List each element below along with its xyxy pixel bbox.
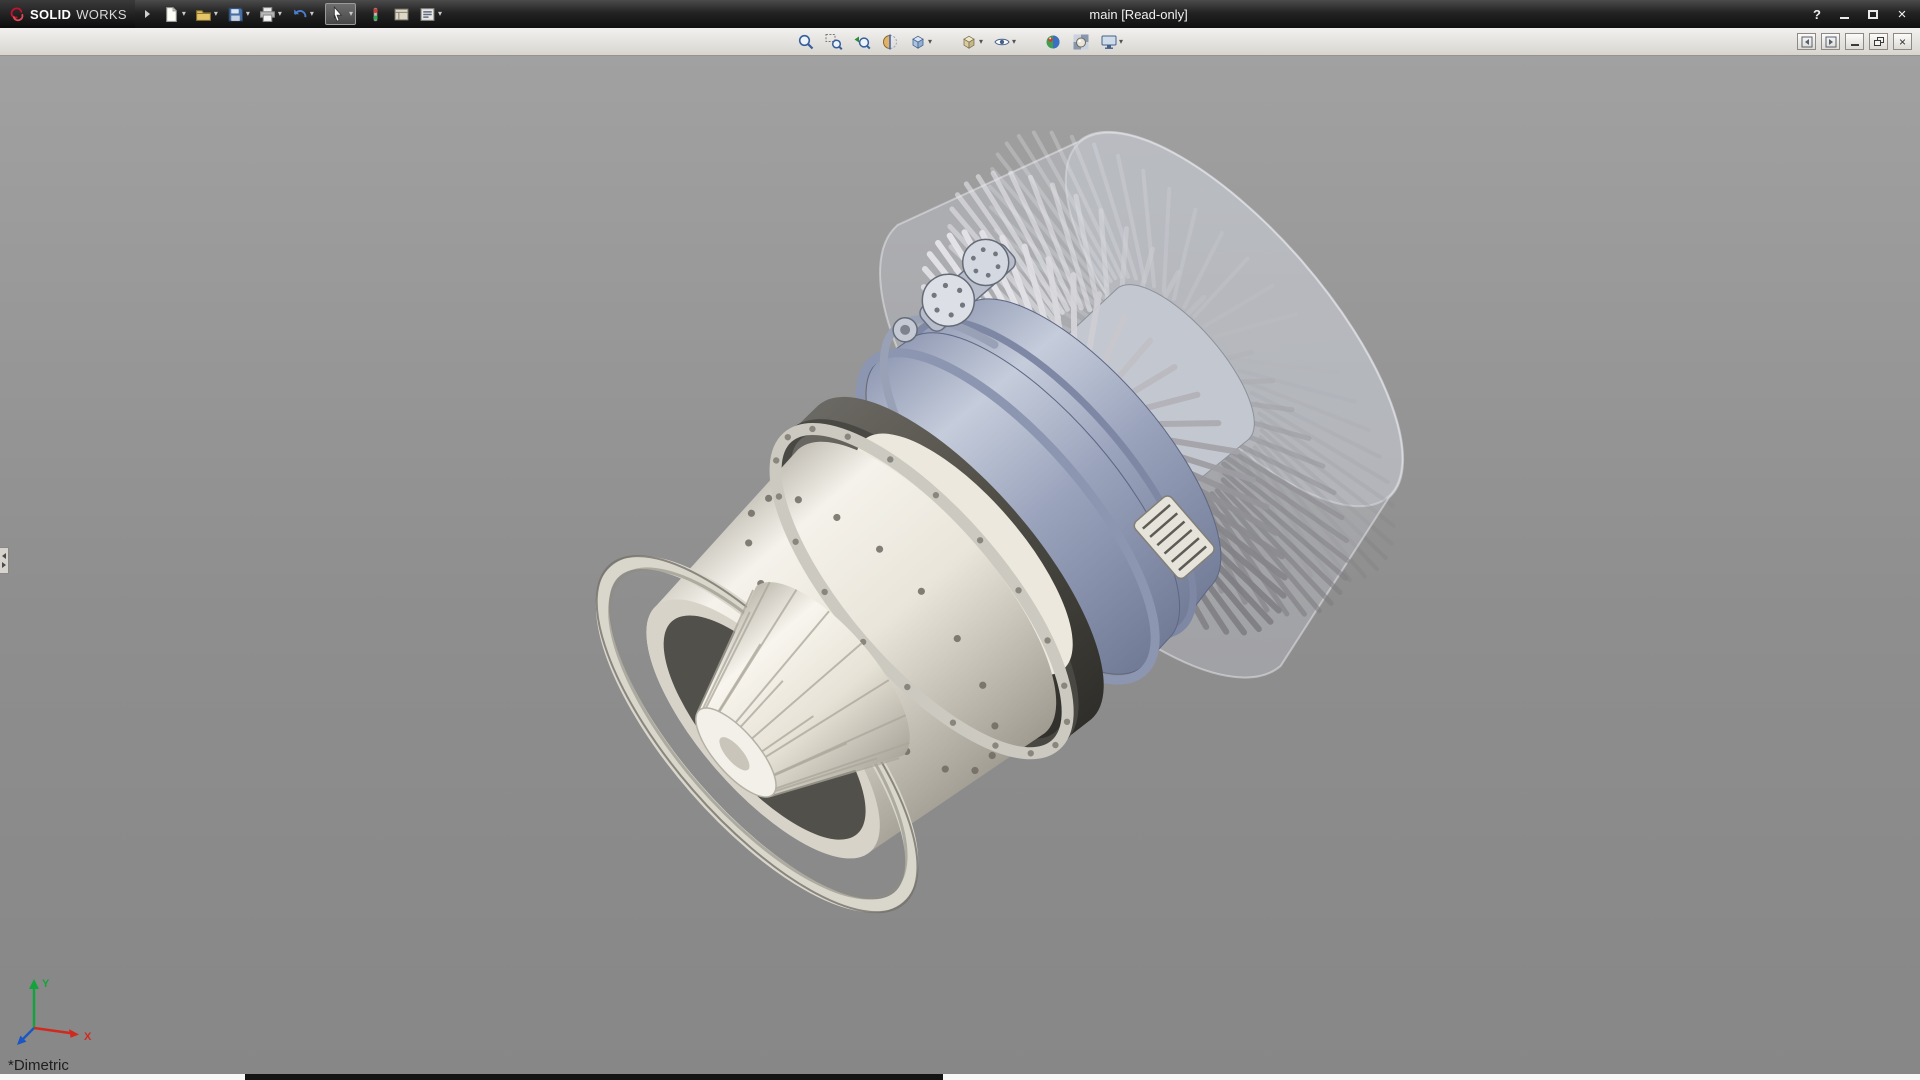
edit-appearance-icon bbox=[1044, 33, 1062, 51]
help-icon[interactable]: ? bbox=[1809, 7, 1825, 22]
dropdown-caret-icon[interactable]: ▾ bbox=[979, 38, 983, 46]
apply-scene-icon bbox=[1072, 33, 1090, 51]
document-restore-button[interactable] bbox=[1869, 33, 1888, 50]
document-window-controls: × bbox=[1797, 33, 1912, 50]
save-button[interactable]: ▾ bbox=[224, 2, 253, 26]
brand-text-bold: SOLID bbox=[30, 7, 71, 22]
collapse-arrow-icon bbox=[2, 553, 6, 559]
x-axis-arrow-icon bbox=[69, 1029, 79, 1038]
document-close-button[interactable]: × bbox=[1893, 33, 1912, 50]
view-settings-icon bbox=[1100, 33, 1118, 51]
view-orientation-label: *Dimetric bbox=[8, 1057, 69, 1074]
previous-window-icon bbox=[1801, 36, 1813, 48]
graphics-viewport[interactable]: Y X *Dimetric bbox=[0, 56, 1920, 1074]
taskbar-window-button[interactable] bbox=[245, 1074, 943, 1080]
minimize-button[interactable] bbox=[1834, 6, 1854, 22]
options-icon bbox=[419, 6, 436, 23]
maximize-button[interactable] bbox=[1863, 6, 1883, 22]
display-style-button[interactable]: ▾ bbox=[958, 30, 985, 54]
view-settings-button[interactable]: ▾ bbox=[1098, 30, 1125, 54]
jet-engine-model[interactable] bbox=[0, 56, 1920, 1074]
solidworks-window: SOLID WORKS ▾ ▾ bbox=[0, 0, 1920, 1080]
brand-text-light: WORKS bbox=[76, 7, 127, 22]
undo-arrow-icon bbox=[291, 6, 308, 23]
section-view-button[interactable] bbox=[879, 30, 901, 54]
x-axis-label: X bbox=[84, 1031, 92, 1043]
maximize-icon bbox=[1868, 10, 1878, 19]
next-window-button[interactable] bbox=[1821, 33, 1840, 50]
zoom-to-fit-button[interactable] bbox=[795, 30, 817, 54]
menu-expand-arrow-icon[interactable] bbox=[145, 10, 150, 18]
dropdown-caret-icon[interactable]: ▾ bbox=[246, 10, 250, 18]
selection-filter-icon bbox=[367, 6, 384, 23]
y-axis-arrow-icon bbox=[29, 979, 39, 989]
open-folder-icon bbox=[195, 6, 212, 23]
new-document-icon bbox=[163, 6, 180, 23]
solidworks-logo: SOLID WORKS bbox=[0, 0, 135, 28]
window-controls: ? × bbox=[1809, 6, 1912, 22]
select-tool-group: ▾ bbox=[325, 3, 356, 25]
zoom-to-area-icon bbox=[825, 33, 843, 51]
edit-appearance-button[interactable] bbox=[1042, 30, 1064, 54]
open-button[interactable]: ▾ bbox=[192, 2, 221, 26]
close-button[interactable]: × bbox=[1892, 6, 1912, 22]
title-bar: SOLID WORKS ▾ ▾ bbox=[0, 0, 1920, 28]
taskbar-strip bbox=[0, 1074, 1920, 1080]
zoom-to-area-button[interactable] bbox=[823, 30, 845, 54]
options-button[interactable]: ▾ bbox=[416, 2, 445, 26]
close-icon: × bbox=[1899, 36, 1906, 48]
dropdown-caret-icon[interactable]: ▾ bbox=[438, 10, 442, 18]
dropdown-caret-icon[interactable]: ▾ bbox=[310, 10, 314, 18]
view-orientation-button[interactable]: ▾ bbox=[907, 30, 934, 54]
dropdown-caret-icon[interactable]: ▾ bbox=[182, 10, 186, 18]
select-tool-button[interactable] bbox=[328, 2, 347, 26]
dropdown-caret-icon[interactable]: ▾ bbox=[928, 38, 932, 46]
display-style-icon bbox=[960, 33, 978, 51]
featuremanager-splitter[interactable] bbox=[0, 547, 9, 574]
y-axis-label: Y bbox=[42, 978, 50, 990]
print-icon bbox=[259, 6, 276, 23]
restore-icon bbox=[1874, 37, 1884, 46]
apply-scene-button[interactable] bbox=[1070, 30, 1092, 54]
heads-up-toolbar: ▾ ▾ ▾ bbox=[0, 28, 1920, 56]
dropdown-caret-icon[interactable]: ▾ bbox=[278, 10, 282, 18]
select-cursor-icon bbox=[329, 6, 346, 23]
new-document-button[interactable]: ▾ bbox=[160, 2, 189, 26]
file-properties-icon bbox=[393, 6, 410, 23]
previous-view-icon bbox=[853, 33, 871, 51]
save-floppy-icon bbox=[227, 6, 244, 23]
selection-filter-button[interactable] bbox=[364, 2, 387, 26]
hide-show-items-button[interactable]: ▾ bbox=[991, 30, 1018, 54]
zoom-to-fit-icon bbox=[797, 33, 815, 51]
document-title: main [Read-only] bbox=[1089, 7, 1187, 22]
file-properties-button[interactable] bbox=[390, 2, 413, 26]
hide-show-items-icon bbox=[993, 33, 1011, 51]
view-tools: ▾ ▾ ▾ bbox=[795, 30, 1125, 54]
close-icon: × bbox=[1898, 7, 1907, 22]
next-window-icon bbox=[1825, 36, 1837, 48]
view-orientation-icon bbox=[909, 33, 927, 51]
dropdown-caret-icon[interactable]: ▾ bbox=[214, 10, 218, 18]
undo-button[interactable]: ▾ bbox=[288, 2, 317, 26]
dropdown-caret-icon[interactable]: ▾ bbox=[1012, 38, 1016, 46]
dropdown-caret-icon[interactable]: ▾ bbox=[349, 10, 353, 18]
expand-arrow-icon bbox=[2, 562, 6, 568]
dassault-logo-icon bbox=[8, 6, 25, 23]
previous-window-button[interactable] bbox=[1797, 33, 1816, 50]
section-view-icon bbox=[881, 33, 899, 51]
dropdown-caret-icon[interactable]: ▾ bbox=[1119, 38, 1123, 46]
standard-toolbar: ▾ ▾ ▾ bbox=[160, 2, 445, 26]
minimize-icon bbox=[1851, 44, 1859, 46]
document-minimize-button[interactable] bbox=[1845, 33, 1864, 50]
minimize-icon bbox=[1840, 17, 1849, 19]
previous-view-button[interactable] bbox=[851, 30, 873, 54]
orientation-triad: Y X bbox=[12, 972, 104, 1050]
print-button[interactable]: ▾ bbox=[256, 2, 285, 26]
